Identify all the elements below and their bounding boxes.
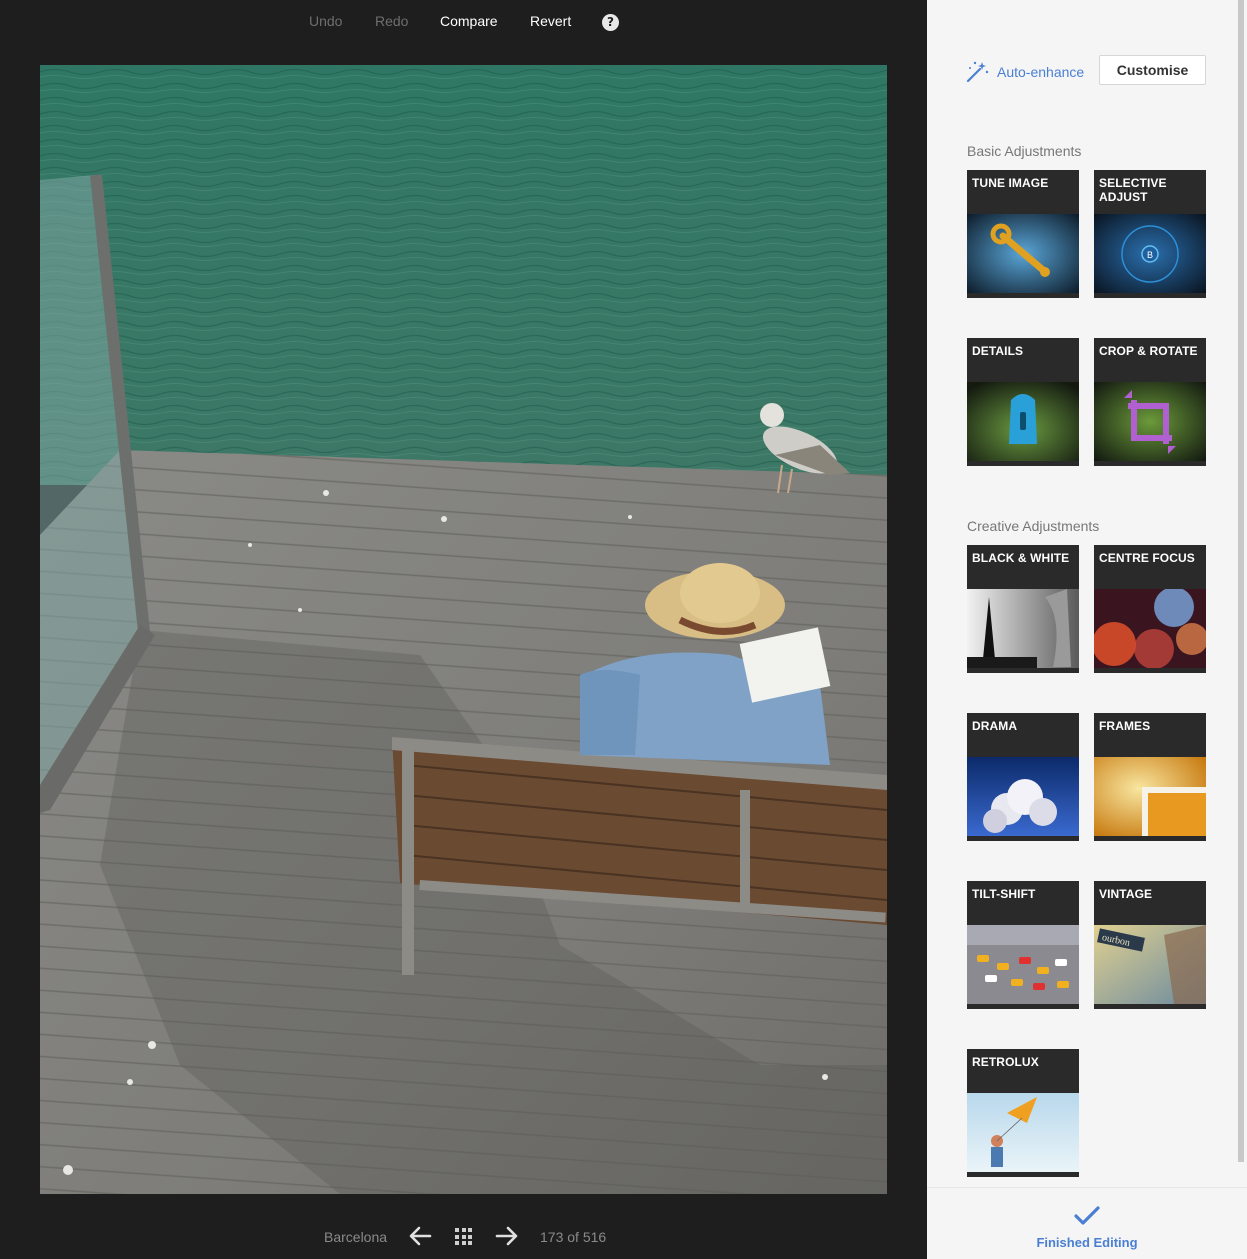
tune-image-tile[interactable]: TUNE IMAGE — [967, 170, 1079, 298]
eiffel-tower-icon — [967, 589, 1079, 668]
panel-scrollbar[interactable] — [1238, 0, 1244, 1162]
basic-adjustments-title: Basic Adjustments — [967, 143, 1082, 159]
tilt-shift-tile[interactable]: TILT-SHIFT — [967, 881, 1079, 1009]
edited-photo — [40, 65, 887, 1194]
customise-button[interactable]: Customise — [1099, 55, 1206, 85]
tile-label: TUNE IMAGE — [972, 176, 1049, 190]
footer-divider — [927, 1187, 1247, 1188]
photo-position: 173 of 516 — [540, 1229, 607, 1245]
auto-enhance-label: Auto-enhance — [997, 64, 1085, 80]
creative-adjustments-title: Creative Adjustments — [967, 518, 1100, 534]
street-sign-icon: ourbon — [1094, 925, 1206, 1004]
centre-focus-tile[interactable]: CENTRE FOCUS — [1094, 545, 1206, 673]
sharpener-icon — [967, 382, 1079, 461]
undo-button[interactable]: Undo — [309, 13, 342, 29]
album-name[interactable]: Barcelona — [324, 1229, 387, 1245]
details-tile[interactable]: DETAILS — [967, 338, 1079, 466]
retrolux-tile[interactable]: RETROLUX — [967, 1049, 1079, 1177]
arrow-left-icon[interactable] — [408, 1225, 432, 1247]
compare-button[interactable]: Compare — [440, 13, 498, 29]
selective-adjust-tile[interactable]: SELECTIVE ADJUST B — [1094, 170, 1206, 298]
grid-icon[interactable] — [455, 1228, 472, 1245]
tile-label: RETROLUX — [972, 1055, 1039, 1069]
tile-label: SELECTIVE ADJUST — [1099, 176, 1167, 204]
checkmark-icon — [1074, 1206, 1100, 1225]
photo-canvas — [40, 65, 887, 1194]
crop-icon — [1094, 382, 1206, 461]
frames-tile[interactable]: FRAMES — [1094, 713, 1206, 841]
finished-editing-label: Finished Editing — [1036, 1235, 1138, 1250]
kite-icon — [967, 1093, 1079, 1172]
photo-viewer: Undo Redo Compare Revert ? Barcelona 173… — [0, 0, 927, 1259]
drama-tile[interactable]: DRAMA — [967, 713, 1079, 841]
tile-label: CENTRE FOCUS — [1099, 551, 1195, 565]
edit-panel: Auto-enhance Customise Basic Adjustments… — [927, 0, 1247, 1259]
editor-toolbar: Undo Redo Compare Revert ? — [0, 0, 927, 44]
bokeh-icon — [1094, 589, 1206, 668]
wrench-icon — [967, 214, 1079, 293]
target-icon: B — [1094, 214, 1206, 293]
selective-badge: B — [1147, 250, 1153, 260]
tile-label: VINTAGE — [1099, 887, 1153, 901]
tile-label: BLACK & WHITE — [972, 551, 1070, 565]
redo-button[interactable]: Redo — [375, 13, 408, 29]
tile-label: DRAMA — [972, 719, 1018, 733]
black-white-tile[interactable]: BLACK & WHITE — [967, 545, 1079, 673]
tile-label: FRAMES — [1099, 719, 1151, 733]
crop-rotate-tile[interactable]: CROP & ROTATE — [1094, 338, 1206, 466]
revert-button[interactable]: Revert — [530, 13, 571, 29]
cloud-icon — [967, 757, 1079, 836]
vintage-tile[interactable]: VINTAGE ourbon — [1094, 881, 1206, 1009]
magic-wand-icon — [966, 61, 989, 83]
tile-label: CROP & ROTATE — [1099, 344, 1198, 358]
arrow-right-icon[interactable] — [495, 1225, 519, 1247]
frame-icon — [1094, 757, 1206, 836]
finished-editing-button[interactable]: Finished Editing — [927, 1206, 1247, 1250]
tile-label: DETAILS — [972, 344, 1024, 358]
cars-icon — [967, 925, 1079, 1004]
auto-enhance-button[interactable]: Auto-enhance — [965, 60, 1084, 84]
help-icon[interactable]: ? — [602, 14, 619, 31]
tile-label: TILT-SHIFT — [972, 887, 1036, 901]
